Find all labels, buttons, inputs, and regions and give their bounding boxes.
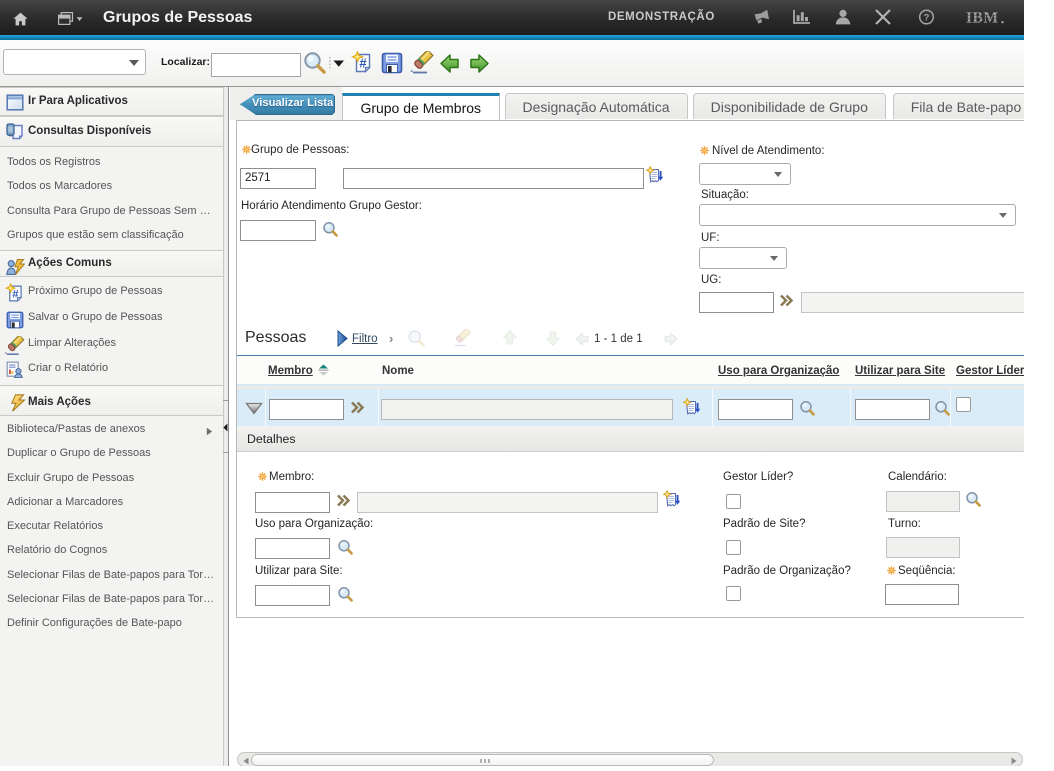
- svg-text:#: #: [12, 288, 19, 300]
- svg-text:?: ?: [924, 12, 930, 23]
- svg-text:IBM: IBM: [966, 10, 999, 25]
